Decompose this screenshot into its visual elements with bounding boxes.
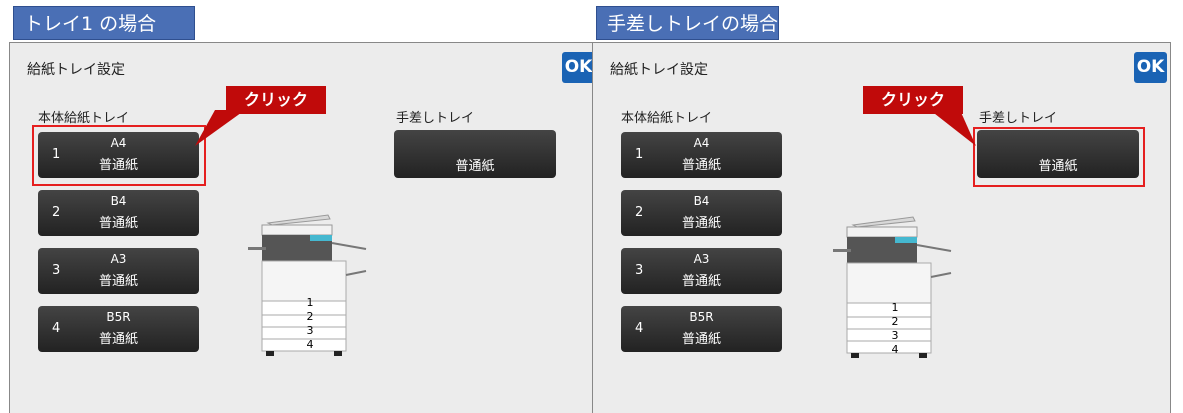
paper-size: B4 (110, 194, 127, 208)
tray-2-button[interactable]: 2 B4 普通紙 (621, 190, 782, 236)
tray-2-button[interactable]: 2 B4 普通紙 (38, 190, 199, 236)
ok-button[interactable]: OK (1134, 52, 1167, 83)
paper-size: A3 (110, 252, 127, 266)
click-callout: クリック (863, 86, 963, 114)
paper-type: 普通紙 (98, 274, 138, 289)
paper-size: A3 (693, 252, 710, 266)
paper-type: 普通紙 (98, 332, 138, 347)
printer-tray-number: 4 (306, 338, 314, 351)
callout-pointer (195, 110, 245, 146)
paper-size: A4 (693, 136, 710, 150)
main-tray-label: 本体給紙トレイ (621, 111, 713, 126)
bypass-tray-button[interactable]: 普通紙 (394, 130, 556, 178)
bypass-tray-label: 手差しトレイ (979, 111, 1058, 126)
ok-button[interactable]: OK (562, 52, 595, 83)
printer-tray-number: 2 (306, 310, 314, 323)
tray-4-button[interactable]: 4 B5R 普通紙 (38, 306, 199, 352)
paper-type: 普通紙 (681, 216, 721, 231)
scenario-tag: トレイ1 の場合 (13, 6, 195, 40)
paper-size: B5R (106, 310, 131, 324)
printer-tray-number: 1 (306, 296, 314, 309)
panel-title: 給紙トレイ設定 (27, 62, 125, 78)
paper-type: 普通紙 (681, 158, 721, 173)
paper-type: 普通紙 (681, 274, 721, 289)
callout-pointer (930, 110, 976, 146)
scenario-tag: 手差しトレイの場合 (596, 6, 779, 40)
paper-size: B4 (693, 194, 710, 208)
paper-type: 普通紙 (455, 159, 495, 174)
tray-3-button[interactable]: 3 A3 普通紙 (38, 248, 199, 294)
tray-4-button[interactable]: 4 B5R 普通紙 (621, 306, 782, 352)
tray-3-button[interactable]: 3 A3 普通紙 (621, 248, 782, 294)
tray-1-highlight (32, 125, 206, 186)
printer-tray-number: 3 (306, 324, 314, 337)
paper-type: 普通紙 (681, 332, 721, 347)
panel-title: 給紙トレイ設定 (610, 62, 708, 78)
printer-tray-number: 4 (891, 343, 899, 356)
bypass-tray-label: 手差しトレイ (396, 111, 475, 126)
tray-1-button[interactable]: 1 A4 普通紙 (621, 132, 782, 178)
bypass-tray-highlight (973, 127, 1145, 187)
main-tray-label: 本体給紙トレイ (38, 111, 130, 126)
printer-tray-number: 2 (891, 315, 899, 328)
printer-tray-number: 3 (891, 329, 899, 342)
paper-size: B5R (689, 310, 714, 324)
printer-tray-number: 1 (891, 301, 899, 314)
click-callout: クリック (226, 86, 326, 114)
paper-type: 普通紙 (98, 216, 138, 231)
